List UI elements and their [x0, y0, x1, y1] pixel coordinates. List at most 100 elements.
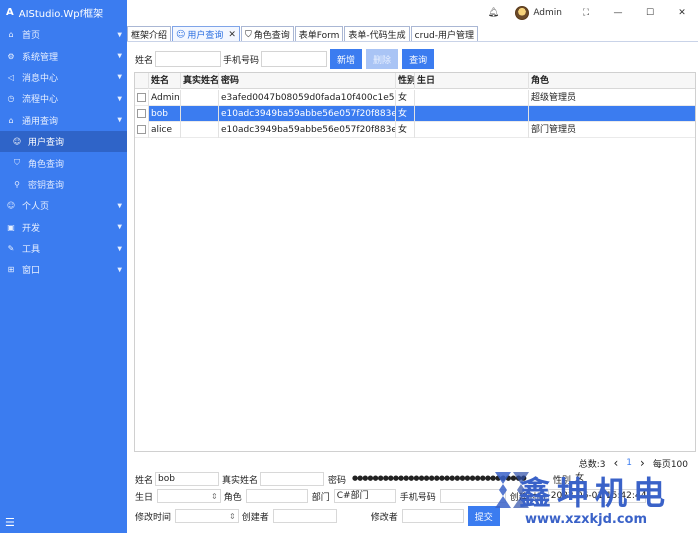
form-real-name-label: 真实姓名 — [222, 475, 259, 486]
app-logo-icon: A — [6, 6, 14, 18]
cell-gender: 女 — [396, 90, 415, 106]
sidebar-item-label: 开发 — [22, 223, 41, 234]
maximize-icon[interactable]: ☐ — [634, 0, 666, 25]
sidebar-item-1[interactable]: ⚙ 系统管理 ▼ — [0, 45, 127, 66]
sidebar-item-label: 窗口 — [22, 266, 41, 277]
sidebar-item-label: 首页 — [22, 31, 41, 42]
watermark: 鑫坤机电 www.xzxkjd.com — [493, 468, 698, 533]
tab-1[interactable]: ☺ 用户查询 ✕ — [172, 26, 240, 42]
row-select-cell[interactable] — [135, 106, 149, 122]
fullscreen-icon[interactable]: ⛶ — [570, 0, 602, 25]
form-birthday-label: 生日 — [135, 492, 154, 503]
form-role-select[interactable] — [245, 489, 308, 503]
sidebar-item-label: 消息中心 — [22, 73, 59, 84]
modified-spinner-icon[interactable]: ⇕ — [229, 512, 236, 521]
tab-icon: ⛉ — [244, 29, 252, 40]
cell-role: 超级管理员 — [531, 93, 577, 103]
menu-toggle-icon[interactable]: ☰ — [5, 516, 15, 529]
row-checkbox[interactable] — [137, 109, 146, 118]
tab-3[interactable]: 表单Form — [294, 26, 344, 42]
table-row[interactable]: bob e10adc3949ba59abbe56e057f20f883e 女 — [135, 106, 695, 122]
sidebar-item-11[interactable]: ⊞ 窗口 ▼ — [0, 259, 127, 280]
sidebar-item-5[interactable]: ☺ 用户查询 — [0, 130, 127, 153]
column-header-name[interactable]: 姓名 — [149, 73, 181, 89]
query-button[interactable]: 查询 — [402, 49, 435, 69]
column-header-real-name[interactable]: 真实姓名 — [181, 73, 219, 89]
sidebar-item-3[interactable]: ◷ 流程中心 ▼ — [0, 88, 127, 109]
chevron-down-icon: ▼ — [117, 266, 122, 274]
delete-button[interactable]: 删除 — [366, 49, 399, 69]
cell-birthday — [415, 122, 529, 138]
cell-gender: 女 — [396, 122, 415, 138]
tab-0[interactable]: 框架介绍 — [127, 26, 172, 42]
tab-4[interactable]: 表单-代码生成 — [344, 26, 410, 42]
table-row[interactable]: alice e10adc3949ba59abbe56e057f20f883e 女 部门… — [135, 122, 695, 138]
cell-birthday — [415, 106, 529, 122]
form-real-name-input[interactable] — [260, 472, 325, 486]
form-name-label: 姓名 — [135, 475, 154, 486]
sidebar-item-label: 个人页 — [22, 202, 50, 213]
top-bar: 🔔︎ Admin ⛶ — ☐ ✕ — [127, 0, 698, 25]
user-menu[interactable]: Admin — [507, 0, 570, 25]
row-select-cell[interactable] — [135, 90, 149, 106]
sidebar-item-label: 通用查询 — [22, 116, 59, 127]
form-dept-select[interactable]: C#部门 — [333, 489, 396, 503]
tab-close-icon[interactable]: ✕ — [228, 30, 236, 40]
column-header-role[interactable]: 角色 — [529, 73, 695, 89]
chevron-down-icon: ▼ — [117, 52, 122, 60]
sidebar-item-icon: ⌂ — [8, 30, 14, 40]
add-button[interactable]: 新增 — [330, 49, 363, 69]
row-select-cell[interactable] — [135, 122, 149, 138]
tab-divider — [127, 41, 698, 42]
sidebar-item-2[interactable]: ◁ 消息中心 ▼ — [0, 67, 127, 88]
row-checkbox[interactable] — [137, 125, 146, 134]
user-name: Admin — [533, 7, 562, 18]
sidebar-item-icon: ◁ — [7, 72, 15, 82]
sidebar-item-10[interactable]: ✎ 工具 ▼ — [0, 238, 127, 259]
form-role-label: 角色 — [223, 492, 242, 503]
search-name-input[interactable] — [155, 51, 222, 67]
sidebar-item-icon: ◷ — [7, 94, 15, 104]
table-row[interactable]: Admin e3afed0047b08059d0fada10f400c1e5 女 超级… — [135, 90, 695, 106]
sidebar-item-label: 流程中心 — [22, 95, 59, 106]
chevron-down-icon: ▼ — [117, 31, 122, 39]
sidebar-item-9[interactable]: ▣ 开发 ▼ — [0, 217, 127, 238]
search-phone-input[interactable] — [261, 51, 328, 67]
form-modifier-label: 修改者 — [370, 512, 398, 523]
tab-label: crud-用户管理 — [414, 31, 474, 41]
form-password-label: 密码 — [328, 475, 347, 486]
chevron-down-icon: ▼ — [117, 223, 122, 231]
minimize-icon[interactable]: — — [602, 0, 634, 25]
column-header-select[interactable] — [135, 73, 149, 89]
column-header-password[interactable]: 密码 — [219, 73, 396, 89]
column-header-gender[interactable]: 性别 — [396, 73, 415, 89]
cell-birthday — [415, 90, 529, 106]
form-creator-input[interactable] — [272, 509, 337, 523]
tab-label: 角色查询 — [253, 31, 290, 41]
notification-bell-icon[interactable]: 🔔︎ — [479, 0, 507, 25]
sidebar-item-7[interactable]: ⚲ 密钥查询 — [0, 174, 127, 195]
chevron-down-icon: ▼ — [117, 245, 122, 253]
sidebar-item-icon: ⊞ — [7, 265, 15, 275]
watermark-url: www.xzxkjd.com — [525, 512, 648, 527]
form-modifier-input[interactable] — [401, 509, 464, 523]
sidebar-item-4[interactable]: ⌂ 通用查询 ▼ — [0, 110, 127, 131]
column-header-birthday[interactable]: 生日 — [415, 73, 529, 89]
close-icon[interactable]: ✕ — [666, 0, 698, 25]
tab-2[interactable]: ⛉ 角色查询 — [240, 26, 294, 42]
form-name-input[interactable]: bob — [155, 472, 220, 486]
birthday-spinner-icon[interactable]: ⇕ — [211, 492, 218, 501]
sidebar-item-8[interactable]: ☺ 个人页 ▼ — [0, 195, 127, 216]
table-header-row: 姓名 真实姓名 密码 性别 生日 角色 — [135, 73, 695, 89]
sidebar-item-6[interactable]: ⛉ 角色查询 — [0, 152, 127, 173]
tab-label: 框架介绍 — [131, 31, 168, 41]
tab-5[interactable]: crud-用户管理 — [410, 26, 478, 42]
cell-name: bob — [149, 106, 181, 122]
sidebar-item-0[interactable]: ⌂ 首页 ▼ — [0, 24, 127, 45]
user-table: 姓名 真实姓名 密码 性别 生日 角色 Admin e3afed0047b0805… — [134, 72, 696, 452]
current-page[interactable]: 1 — [626, 458, 632, 468]
row-checkbox[interactable] — [137, 93, 146, 102]
sidebar-item-icon: ☺ — [12, 137, 22, 147]
sidebar-item-icon: ⛉ — [14, 158, 20, 168]
sidebar-item-icon: ▣ — [7, 222, 15, 232]
